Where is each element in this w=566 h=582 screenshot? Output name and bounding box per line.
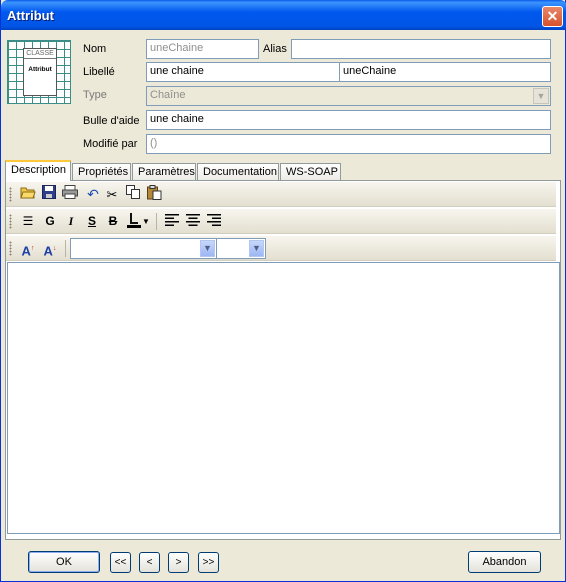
bullet-list-icon[interactable]: ☰ (18, 212, 38, 231)
strikethrough-button[interactable]: B (103, 212, 123, 231)
undo-icon[interactable]: ↶ (83, 185, 103, 204)
italic-button[interactable]: I (61, 212, 81, 231)
underline-button[interactable]: S (82, 212, 102, 231)
toolbar-separator (65, 240, 66, 257)
libelle-code-field[interactable]: uneChaine (339, 62, 551, 82)
grow-font-button[interactable]: A↑ (18, 239, 38, 258)
attribute-label: Attribut (28, 66, 52, 73)
toolbar-grip[interactable] (9, 241, 12, 256)
font-family-select[interactable]: ▼ (70, 238, 217, 259)
toolbar-grip[interactable] (9, 214, 12, 229)
font-color-icon[interactable] (125, 212, 142, 231)
previous-record-button[interactable]: < (139, 552, 160, 573)
description-editor[interactable] (7, 262, 560, 534)
tab-ws-soap[interactable]: WS-SOAP (280, 163, 341, 180)
first-record-button[interactable]: << (110, 552, 131, 573)
alias-label: Alias (263, 43, 287, 55)
bulle-aide-field[interactable]: une chaine (146, 110, 551, 130)
next-record-button[interactable]: > (168, 552, 189, 573)
save-icon[interactable] (39, 185, 59, 204)
toolbar-file: ↶ ✂ (6, 182, 556, 207)
align-right-icon[interactable] (204, 212, 224, 231)
bold-button[interactable]: G (40, 212, 60, 231)
shrink-font-button[interactable]: A↓ (40, 239, 60, 258)
abandon-button[interactable]: Abandon (468, 551, 541, 573)
type-value: Chaîne (150, 89, 186, 101)
copy-icon[interactable] (123, 185, 143, 204)
ok-button[interactable]: OK (28, 551, 100, 573)
align-left-icon[interactable] (162, 212, 182, 231)
attribute-dialog: Attribut ✕ CLASSE Attribut Nom uneChaine… (0, 0, 566, 582)
modifie-par-label: Modifié par (83, 138, 138, 150)
title-bar[interactable]: Attribut ✕ (1, 0, 566, 30)
tab-documentation[interactable]: Documentation (197, 163, 279, 180)
alias-field[interactable] (291, 39, 551, 59)
type-label: Type (83, 89, 107, 101)
toolbar-format: ☰ G I S B ▼ (6, 209, 556, 234)
font-size-select[interactable]: ▼ (216, 238, 266, 259)
shrink-font-glyph: A (43, 243, 53, 259)
libelle-label: Libellé (83, 66, 115, 78)
paste-icon[interactable] (144, 185, 164, 204)
modifie-par-field: () (146, 134, 551, 154)
toolbar-separator (156, 213, 157, 230)
toolbar-grip[interactable] (9, 187, 12, 202)
chevron-down-icon[interactable]: ▼ (249, 240, 264, 257)
window-title: Attribut (7, 8, 54, 23)
libelle-field[interactable]: une chaine (146, 62, 340, 82)
class-attribute-icon: CLASSE Attribut (7, 40, 71, 104)
close-button[interactable]: ✕ (542, 6, 563, 27)
nom-label: Nom (83, 43, 107, 55)
class-box: CLASSE Attribut (23, 48, 57, 96)
cut-icon[interactable]: ✂ (102, 185, 122, 204)
chevron-down-icon[interactable]: ▼ (200, 240, 215, 257)
class-label: CLASSE (24, 49, 56, 59)
grow-font-glyph: A (21, 243, 31, 259)
open-folder-icon[interactable] (18, 185, 38, 204)
font-color-dropdown-icon[interactable]: ▼ (141, 212, 151, 231)
chevron-down-icon: ▼ (533, 88, 549, 104)
align-center-icon[interactable] (183, 212, 203, 231)
tab-description[interactable]: Description (5, 160, 71, 181)
bulle-aide-label: Bulle d'aide (83, 115, 140, 127)
toolbar-font: A↑ A↓ ▼ ▼ (6, 236, 556, 261)
print-icon[interactable] (60, 185, 80, 204)
tab-proprietes[interactable]: Propriétés (72, 163, 131, 180)
nom-field: uneChaine (146, 39, 259, 59)
type-select: Chaîne ▼ (146, 86, 551, 106)
last-record-button[interactable]: >> (198, 552, 219, 573)
tab-parametres[interactable]: Paramètres (132, 163, 196, 180)
